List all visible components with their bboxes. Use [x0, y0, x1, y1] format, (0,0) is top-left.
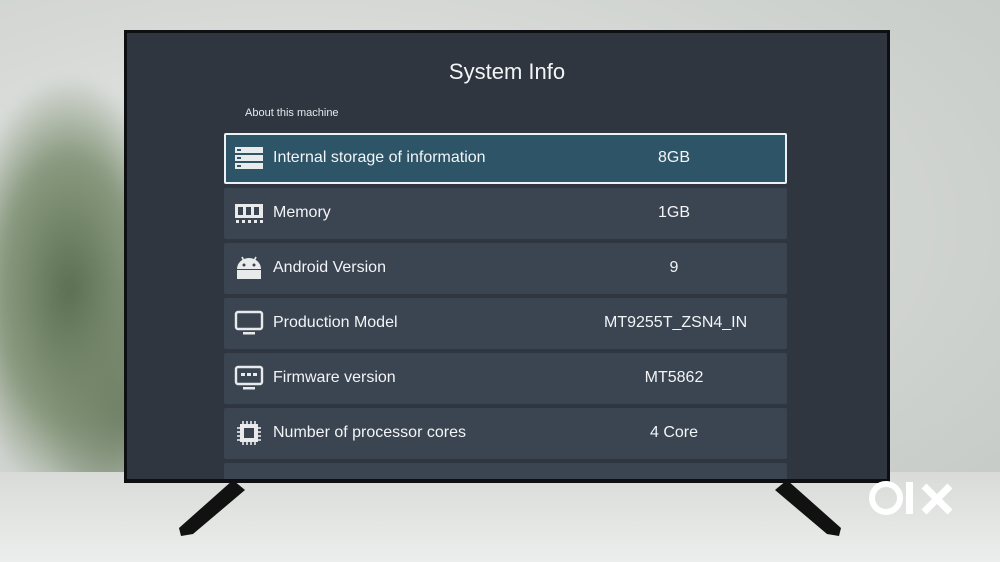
item-value: 9	[669, 259, 679, 276]
list-item-firmware-version[interactable]: Firmware version MT5862	[224, 353, 787, 404]
item-value: 8GB	[657, 149, 690, 166]
tv-screen: System Info About this machine Internal …	[127, 33, 887, 479]
list-item-production-model[interactable]: Production Model MT9255T_ZSN4_IN	[224, 298, 787, 349]
list-item-android-version[interactable]: Android Version 9	[224, 243, 787, 294]
page-title: System Info	[448, 59, 566, 84]
system-info-list: Internal storage of information 8GB Memo…	[224, 133, 787, 479]
olx-logo-icon	[869, 481, 953, 515]
tv-stand-left	[179, 480, 245, 536]
item-label: Memory	[273, 204, 331, 221]
storage-icon	[235, 147, 263, 169]
android-icon	[237, 256, 261, 279]
list-item-memory[interactable]: Memory 1GB	[224, 188, 787, 239]
processor-icon	[237, 421, 261, 445]
item-value: 1GB	[657, 204, 690, 221]
item-value: 4 Core	[649, 424, 699, 441]
item-label: Firmware version	[273, 369, 396, 386]
memory-icon	[235, 204, 263, 223]
item-label: Android Version	[273, 259, 386, 276]
list-item-processor-cores[interactable]: Number of processor cores 4 Core	[224, 408, 787, 459]
list-item-partial[interactable]	[224, 463, 787, 479]
section-subtitle: About this machine	[245, 107, 339, 119]
item-label: Internal storage of information	[273, 149, 486, 166]
item-value: MT5862	[644, 369, 704, 386]
item-label: Production Model	[273, 314, 398, 331]
monitor-icon	[234, 310, 264, 335]
firmware-icon	[234, 365, 264, 390]
tv-stand-right	[775, 480, 841, 536]
item-value: MT9255T_ZSN4_IN	[604, 314, 748, 331]
list-item-internal-storage[interactable]: Internal storage of information 8GB	[224, 133, 787, 184]
item-label: Number of processor cores	[273, 424, 466, 441]
background-floor	[0, 472, 1000, 562]
